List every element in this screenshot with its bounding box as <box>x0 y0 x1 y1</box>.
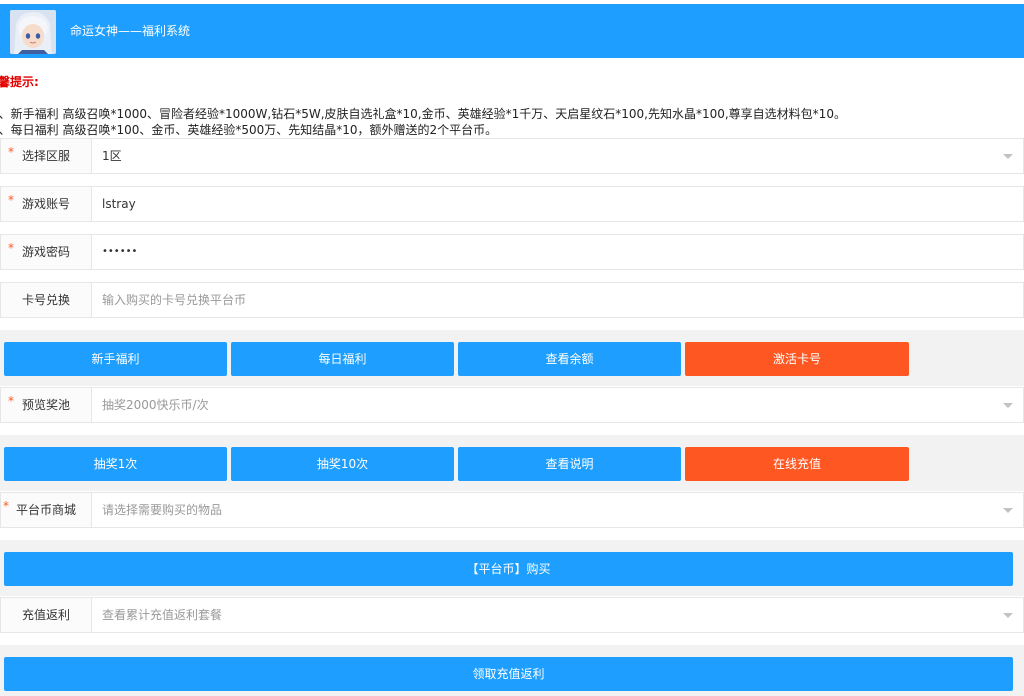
password-field-row: * 游戏密码 •••••• <box>0 234 1024 270</box>
server-select-row[interactable]: * 选择区服 1区 <box>0 138 1024 174</box>
server-select-label: * 选择区服 <box>1 139 92 173</box>
card-code-input[interactable]: 输入购买的卡号兑换平台币 <box>102 283 246 317</box>
rebate-label: 充值返利 <box>1 598 92 632</box>
activate-card-button[interactable]: 激活卡号 <box>685 342 909 376</box>
required-marker: * <box>8 394 14 408</box>
notice-title: 温馨提示: <box>0 75 39 89</box>
required-marker: * <box>3 499 9 513</box>
account-input[interactable]: lstray <box>102 187 136 221</box>
online-recharge-button[interactable]: 在线充值 <box>685 447 909 481</box>
app-logo-avatar <box>10 10 56 54</box>
check-balance-button[interactable]: 查看余额 <box>458 342 681 376</box>
required-marker: * <box>8 241 14 255</box>
view-rules-button[interactable]: 查看说明 <box>458 447 681 481</box>
coin-shop-label: * 平台币商城 <box>1 493 92 527</box>
draw-once-button[interactable]: 抽奖1次 <box>4 447 227 481</box>
app-title: 命运女神——福利系统 <box>70 24 191 38</box>
chevron-down-icon[interactable] <box>1003 613 1013 618</box>
prize-pool-label: * 预览奖池 <box>1 388 92 422</box>
chevron-down-icon[interactable] <box>1003 508 1013 513</box>
chevron-down-icon[interactable] <box>1003 154 1013 159</box>
prize-pool-row[interactable]: * 预览奖池 抽奖2000快乐币/次 <box>0 387 1024 423</box>
chevron-down-icon[interactable] <box>1003 403 1013 408</box>
buy-with-coins-button[interactable]: 【平台币】购买 <box>4 552 1013 586</box>
account-field-label: * 游戏账号 <box>1 187 92 221</box>
card-code-row: 卡号兑换 输入购买的卡号兑换平台币 <box>0 282 1024 318</box>
coin-shop-select[interactable]: 请选择需要购买的物品 <box>102 493 222 527</box>
draw-ten-button[interactable]: 抽奖10次 <box>231 447 454 481</box>
top-header-bar: 命运女神——福利系统 <box>0 4 1024 58</box>
required-marker: * <box>8 145 14 159</box>
rebate-select[interactable]: 查看累计充值返利套餐 <box>102 598 222 632</box>
claim-rebate-button[interactable]: 领取充值返利 <box>4 657 1013 691</box>
notice-line-1: 1、新手福利 高级召唤*1000、冒险者经验*1000W,钻石*5W,皮肤自选礼… <box>0 107 846 121</box>
server-select-value[interactable]: 1区 <box>102 139 122 173</box>
password-input[interactable]: •••••• <box>102 235 137 269</box>
required-marker: * <box>8 193 14 207</box>
coin-shop-row[interactable]: * 平台币商城 请选择需要购买的物品 <box>0 492 1024 528</box>
rebate-row[interactable]: 充值返利 查看累计充值返利套餐 <box>0 597 1024 633</box>
card-code-label: 卡号兑换 <box>1 283 92 317</box>
prize-pool-select[interactable]: 抽奖2000快乐币/次 <box>102 388 209 422</box>
notice-line-2: 2、每日福利 高级召唤*100、金币、英雄经验*500万、先知结晶*10，额外赠… <box>0 123 498 137</box>
daily-bonus-button[interactable]: 每日福利 <box>231 342 454 376</box>
account-field-row: * 游戏账号 lstray <box>0 186 1024 222</box>
password-field-label: * 游戏密码 <box>1 235 92 269</box>
newbie-bonus-button[interactable]: 新手福利 <box>4 342 227 376</box>
